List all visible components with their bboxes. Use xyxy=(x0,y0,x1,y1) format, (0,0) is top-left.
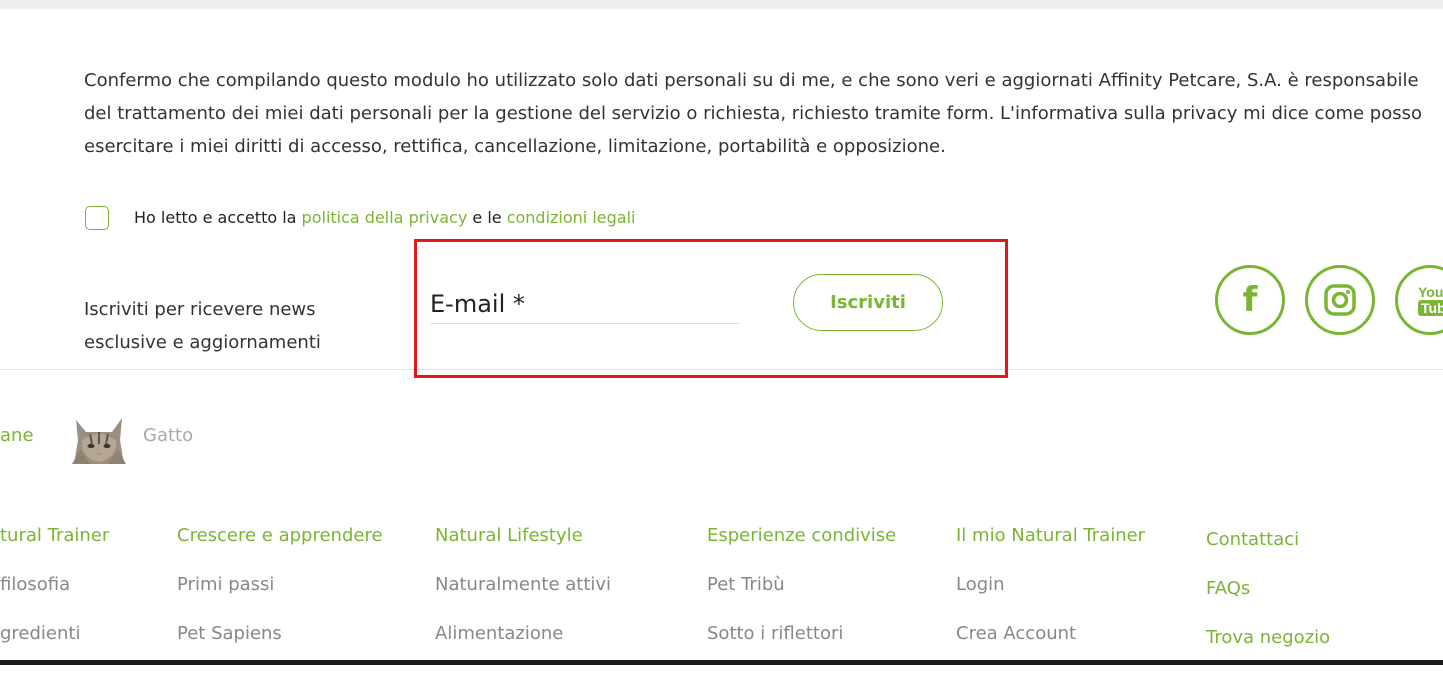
bottom-bar xyxy=(0,660,1443,665)
footer-col-lifestyle: Natural Lifestyle Naturalmente attivi Al… xyxy=(435,524,611,671)
footer-heading[interactable]: Natural Lifestyle xyxy=(435,524,611,548)
youtube-tube: Tube xyxy=(1418,300,1443,316)
youtube-you: You xyxy=(1418,284,1443,300)
newsletter-text: Iscriviti per ricevere news esclusive e … xyxy=(84,299,321,353)
footer-col-crescere: Crescere e apprendere Primi passi Pet Sa… xyxy=(177,524,383,671)
accept-label: Ho letto e accetto la politica della pri… xyxy=(134,206,635,230)
footer-heading[interactable]: Esperienze condivise xyxy=(707,524,896,548)
footer-link[interactable]: Pet Tribù xyxy=(707,573,896,597)
instagram-icon xyxy=(1324,284,1356,316)
footer-link[interactable]: Alimentazione xyxy=(435,622,611,646)
top-bar xyxy=(0,0,1443,9)
footer-link[interactable]: Sotto i riflettori xyxy=(707,622,896,646)
accept-prefix: Ho letto e accetto la xyxy=(134,208,302,227)
footer-heading[interactable]: tural Trainer xyxy=(0,524,109,548)
footer-link[interactable]: filosofia xyxy=(0,573,109,597)
footer-link[interactable]: Naturalmente attivi xyxy=(435,573,611,597)
footer-link[interactable]: Pet Sapiens xyxy=(177,622,383,646)
footer-col-contact: Contattaci FAQs Trova negozio xyxy=(1206,528,1330,675)
footer-heading[interactable]: Il mio Natural Trainer xyxy=(956,524,1145,548)
legal-conditions-link[interactable]: condizioni legali xyxy=(507,208,636,227)
privacy-policy-link[interactable]: politica della privacy xyxy=(302,208,468,227)
cat-image xyxy=(70,410,128,464)
youtube-button[interactable]: You Tube xyxy=(1395,265,1443,335)
footer-store-link[interactable]: Trova negozio xyxy=(1206,626,1330,650)
pet-link-cat[interactable]: Gatto xyxy=(143,424,193,448)
footer-col-esperienze: Esperienze condivise Pet Tribù Sotto i r… xyxy=(707,524,896,671)
highlight-box xyxy=(414,239,1008,378)
footer-col-natural-trainer: tural Trainer filosofia gredienti xyxy=(0,524,109,671)
footer-link[interactable]: Crea Account xyxy=(956,622,1145,646)
accept-checkbox[interactable] xyxy=(85,206,109,230)
youtube-icon: You Tube xyxy=(1418,285,1443,316)
consent-text: Confermo che compilando questo modulo ho… xyxy=(84,70,1423,157)
pet-link-dog[interactable]: ane xyxy=(0,424,34,448)
footer-heading[interactable]: Crescere e apprendere xyxy=(177,524,383,548)
footer-link[interactable]: gredienti xyxy=(0,622,109,646)
facebook-icon: f xyxy=(1242,280,1258,320)
footer-link[interactable]: Primi passi xyxy=(177,573,383,597)
cat-icon xyxy=(70,410,128,464)
footer-faq-link[interactable]: FAQs xyxy=(1206,577,1330,601)
accept-middle: e le xyxy=(467,208,507,227)
facebook-button[interactable]: f xyxy=(1215,265,1285,335)
instagram-button[interactable] xyxy=(1305,265,1375,335)
footer-col-account: Il mio Natural Trainer Login Crea Accoun… xyxy=(956,524,1145,671)
footer-link[interactable]: Login xyxy=(956,573,1145,597)
footer-contact-link[interactable]: Contattaci xyxy=(1206,528,1330,552)
